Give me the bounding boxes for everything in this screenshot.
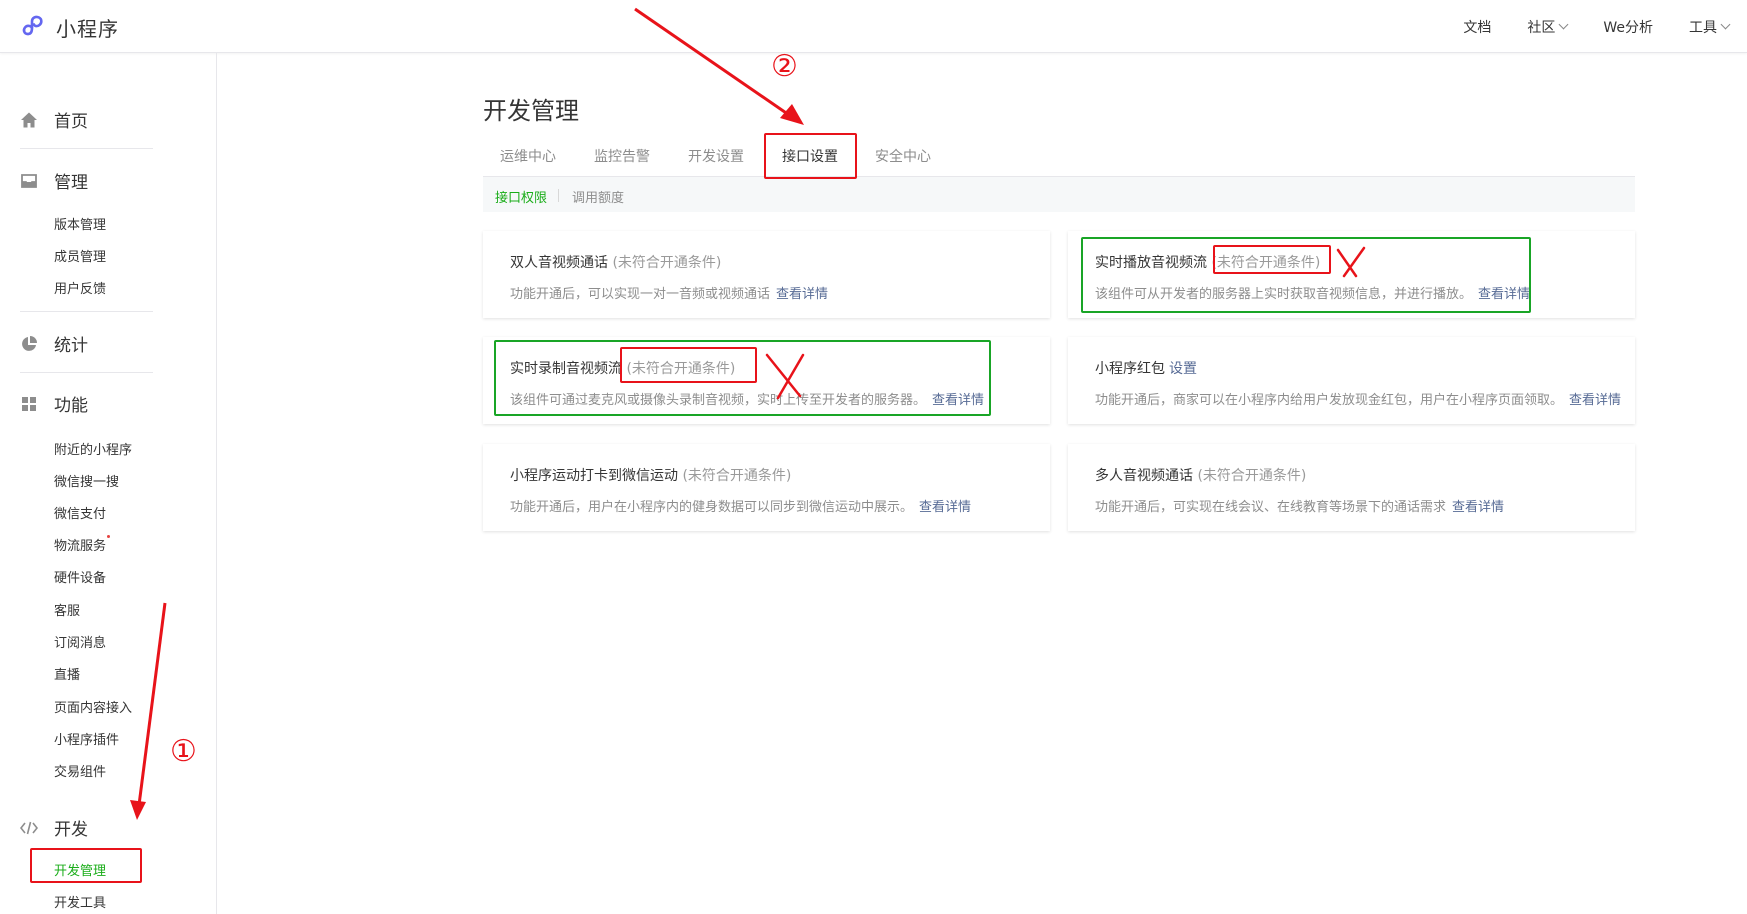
subtab-quota[interactable]: 调用额度: [572, 187, 624, 206]
sidebar-group-stats[interactable]: 统计: [20, 331, 88, 356]
card-title: 双人音视频通话 (未符合开通条件): [510, 252, 721, 272]
sidebar: 首页 管理 版本管理 成员管理 用户反馈 统计 功能 附近的小程序 微信搜一搜 …: [0, 53, 217, 914]
code-icon: [20, 821, 38, 834]
card-title-text: 双人音视频通话: [510, 255, 608, 271]
api-card-werun: 小程序运动打卡到微信运动 (未符合开通条件) 功能开通后，用户在小程序内的健身数…: [483, 444, 1050, 531]
page-title: 开发管理: [483, 97, 579, 125]
topnav-docs[interactable]: 文档: [1463, 17, 1491, 37]
card-title: 小程序红包 设置: [1095, 358, 1197, 378]
annotation-highlight-status: [1213, 245, 1331, 274]
settings-link[interactable]: 设置: [1169, 361, 1197, 377]
card-title-text: 小程序红包: [1095, 361, 1165, 377]
top-nav: 文档 社区 We分析 工具: [1427, 0, 1731, 53]
tab-ops[interactable]: 运维中心: [500, 146, 556, 166]
subtab-divider: [558, 189, 559, 202]
view-details-link[interactable]: 查看详情: [919, 500, 971, 515]
sidebar-item-dev-tools[interactable]: 开发工具: [54, 892, 106, 911]
inbox-icon: [21, 173, 37, 188]
sidebar-item-search[interactable]: 微信搜一搜: [54, 471, 119, 490]
pie-chart-icon: [22, 335, 37, 351]
topnav-we-analytics-label: We分析: [1603, 19, 1653, 36]
card-title-text: 小程序运动打卡到微信运动: [510, 468, 678, 484]
view-details-link[interactable]: 查看详情: [1569, 393, 1621, 408]
chevron-down-icon: [1558, 19, 1569, 30]
sidebar-item-plugin[interactable]: 小程序插件: [54, 729, 119, 748]
topnav-tools-label: 工具: [1689, 19, 1717, 36]
card-title-text: 多人音视频通话: [1095, 468, 1193, 484]
sidebar-item-trade[interactable]: 交易组件: [54, 761, 106, 780]
annotation-step-2: ②: [771, 49, 798, 84]
topnav-community-label: 社区: [1527, 19, 1556, 36]
card-desc-text: 功能开通后，商家可以在小程序内给用户发放现金红包，用户在小程序页面领取。: [1095, 393, 1564, 408]
card-desc: 功能开通后，用户在小程序内的健身数据可以同步到微信运动中展示。 查看详情: [510, 496, 971, 515]
card-title: 多人音视频通话 (未符合开通条件): [1095, 465, 1306, 485]
sidebar-item-live[interactable]: 直播: [54, 664, 80, 683]
annotation-highlight-api-tab: [764, 133, 857, 179]
sidebar-group-home[interactable]: 首页: [20, 107, 88, 132]
sidebar-group-dev[interactable]: 开发: [20, 815, 88, 840]
sidebar-item-pay[interactable]: 微信支付: [54, 503, 106, 522]
sidebar-divider: [20, 372, 153, 373]
tab-security[interactable]: 安全中心: [875, 146, 931, 166]
topnav-tools[interactable]: 工具: [1689, 17, 1731, 37]
sidebar-divider: [20, 148, 153, 149]
card-desc-text: 功能开通后，用户在小程序内的健身数据可以同步到微信运动中展示。: [510, 500, 914, 515]
brand-name: 小程序: [56, 16, 119, 41]
view-details-link[interactable]: 查看详情: [1452, 500, 1504, 515]
sidebar-item-subscribe[interactable]: 订阅消息: [54, 632, 106, 651]
sidebar-divider: [20, 311, 153, 312]
card-desc: 功能开通后，可以实现一对一音频或视频通话 查看详情: [510, 283, 828, 302]
sidebar-item-nearby[interactable]: 附近的小程序: [54, 439, 132, 458]
sidebar-group-manage[interactable]: 管理: [20, 168, 88, 193]
brand-logo[interactable]: 小程序: [20, 12, 119, 42]
api-card-multi-call: 多人音视频通话 (未符合开通条件) 功能开通后，可实现在线会议、在线教育等场景下…: [1068, 444, 1635, 531]
sidebar-item-members[interactable]: 成员管理: [54, 246, 106, 265]
subtab-api-permission[interactable]: 接口权限: [495, 187, 547, 206]
topnav-community[interactable]: 社区: [1527, 17, 1569, 37]
tab-dev-settings[interactable]: 开发设置: [688, 146, 744, 166]
sidebar-group-label: 功能: [54, 396, 88, 416]
card-status: (未符合开通条件): [612, 255, 722, 271]
sidebar-group-label: 开发: [54, 820, 88, 840]
sidebar-item-version[interactable]: 版本管理: [54, 214, 106, 233]
card-status: (未符合开通条件): [1197, 468, 1307, 484]
card-desc: 功能开通后，可实现在线会议、在线教育等场景下的通话需求 查看详情: [1095, 496, 1504, 515]
sidebar-group-label: 管理: [54, 173, 88, 193]
sidebar-group-features[interactable]: 功能: [20, 391, 88, 416]
chevron-down-icon: [1720, 19, 1731, 30]
api-card-dual-call: 双人音视频通话 (未符合开通条件) 功能开通后，可以实现一对一音频或视频通话 查看…: [483, 231, 1050, 318]
subtab-bar: 接口权限 调用额度: [483, 177, 1635, 212]
sidebar-group-label: 首页: [54, 112, 88, 132]
topnav-docs-label: 文档: [1463, 19, 1492, 36]
api-card-red-packet: 小程序红包 设置 功能开通后，商家可以在小程序内给用户发放现金红包，用户在小程序页…: [1068, 337, 1635, 424]
card-status: (未符合开通条件): [682, 468, 792, 484]
card-title: 小程序运动打卡到微信运动 (未符合开通条件): [510, 465, 791, 485]
annotation-highlight-status: [620, 347, 757, 383]
card-desc-text: 功能开通后，可实现在线会议、在线教育等场景下的通话需求: [1095, 500, 1447, 515]
tab-bar: 运维中心 监控告警 开发设置 接口设置 安全中心: [483, 132, 1635, 177]
new-badge-dot: [107, 535, 111, 538]
topnav-we-analytics[interactable]: We分析: [1603, 17, 1653, 37]
sidebar-item-logistics[interactable]: 物流服务: [54, 535, 111, 554]
arrow-head-icon: [780, 104, 804, 125]
card-desc: 功能开通后，商家可以在小程序内给用户发放现金红包，用户在小程序页面领取。 查看详情: [1095, 389, 1621, 408]
sidebar-item-content[interactable]: 页面内容接入: [54, 697, 132, 716]
sidebar-item-service[interactable]: 客服: [54, 600, 80, 619]
home-icon: [21, 112, 37, 127]
top-bar: 小程序 文档 社区 We分析 工具: [0, 0, 1747, 53]
sidebar-group-label: 统计: [54, 336, 88, 356]
view-details-link[interactable]: 查看详情: [776, 287, 828, 302]
tab-monitor[interactable]: 监控告警: [594, 146, 650, 166]
annotation-step-1: ①: [170, 734, 197, 769]
sidebar-item-feedback[interactable]: 用户反馈: [54, 278, 106, 297]
annotation-highlight-dev-manage: [30, 848, 142, 883]
mini-program-logo-icon: [22, 15, 43, 36]
sidebar-item-label: 物流服务: [54, 539, 107, 554]
card-desc-text: 功能开通后，可以实现一对一音频或视频通话: [510, 287, 771, 302]
sidebar-item-hardware[interactable]: 硬件设备: [54, 567, 106, 586]
grid-icon: [22, 396, 36, 411]
